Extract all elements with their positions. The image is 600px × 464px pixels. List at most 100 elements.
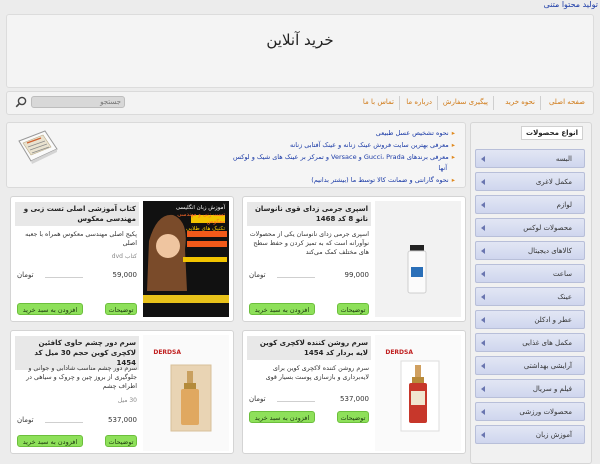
news-link[interactable]: ▸معرفی بهترین سایت فروش عینک زنانه و عین…	[290, 141, 455, 149]
bullet-icon: ▸	[451, 141, 455, 149]
news-link[interactable]: ▸نحوه گارانتی و ضمانت کالا توسط ما (بیشت…	[311, 176, 455, 184]
category-item[interactable]: عطر و ادکلن	[475, 310, 585, 329]
nav-contact[interactable]: تماس با ما	[363, 98, 394, 106]
product-title[interactable]: سرم روشن کننده لاکچری کوین لایه بردار کد…	[247, 336, 371, 360]
search-icon[interactable]	[15, 96, 27, 108]
site-header: خرید آنلاین	[6, 14, 594, 88]
category-item[interactable]: البسه	[475, 149, 585, 168]
top-bar: تولید محتوا متنی	[0, 0, 600, 12]
search-box	[11, 95, 127, 109]
product-description: اسپری جرمی زدای نانوسان یکی از محصولات ن…	[249, 231, 369, 256]
category-label: عطر و ادکلن	[534, 316, 572, 324]
category-item[interactable]: کالاهای دیجیتال	[475, 241, 585, 260]
arrow-left-icon	[481, 156, 485, 162]
product-card: DERDSA سرم روشن کننده لاکچری کوین لایه ب…	[242, 330, 466, 454]
arrow-left-icon	[481, 363, 485, 369]
book-cover-line: آموزش زبان انگلیسی	[175, 205, 225, 211]
product-description: سرم روشن کننده لاکچری کوین برای لایه‌برد…	[265, 365, 369, 381]
product-description: پکیج اصلی مهندسی معکوس همراه با جعبه اصل…	[25, 231, 137, 247]
product-price: 537,000 تومان	[17, 416, 137, 428]
news-text: معرفی بهترین سایت فروش عینک زنانه و عینک…	[290, 141, 449, 149]
description-button[interactable]: توضیحات	[337, 303, 369, 315]
product-meta: کتاب dvd	[111, 253, 137, 260]
arrow-left-icon	[481, 248, 485, 254]
news-box: ▸نحوه تشخیص عسل طبیعی ▸معرفی بهترین سایت…	[6, 122, 466, 188]
category-item[interactable]: مکمل های غذایی	[475, 333, 585, 352]
brand-logo: DERDSA	[153, 349, 181, 356]
nav-about[interactable]: درباره ما	[406, 98, 432, 106]
price-value: 537,000	[108, 416, 137, 424]
news-text: نحوه گارانتی و ضمانت کالا توسط ما (بیشتر…	[311, 176, 449, 184]
category-item[interactable]: محصولات لوکس	[475, 218, 585, 237]
sidebar-title: انواع محصولات	[521, 126, 583, 140]
price-value: 59,000	[112, 271, 137, 279]
price-currency: تومان	[249, 395, 266, 403]
price-currency: تومان	[249, 271, 266, 279]
book-cover-line: تکنیک های طلایی	[186, 226, 225, 232]
category-label: فیلم و سریال	[532, 385, 572, 393]
category-item[interactable]: آموزش زبان	[475, 425, 585, 444]
add-to-cart-button[interactable]: افزودن به سبد خرید	[249, 303, 315, 315]
arrow-left-icon	[481, 202, 485, 208]
description-button[interactable]: توضیحات	[105, 435, 137, 447]
bullet-icon: ▸	[451, 176, 455, 184]
nav-track-order[interactable]: پیگیری سفارش	[443, 98, 488, 106]
category-label: آرایشی بهداشتی	[523, 362, 572, 370]
product-card: آموزش زبان انگلیسی تست زنی و مهندسی معکو…	[10, 196, 234, 322]
category-label: البسه	[555, 155, 572, 163]
search-input[interactable]	[31, 96, 125, 108]
product-image[interactable]	[375, 201, 461, 317]
product-price: 59,000 تومان	[17, 271, 137, 283]
price-currency: تومان	[17, 271, 34, 279]
book-cover-text: آموزش زبان انگلیسی تست زنی و مهندسی معکو…	[165, 205, 225, 233]
categories-sidebar: انواع محصولات البسه مکمل لاغری لوازم محص…	[470, 122, 592, 464]
arrow-left-icon	[481, 340, 485, 346]
category-item[interactable]: محصولات ورزشی	[475, 402, 585, 421]
category-label: عینک	[557, 293, 572, 301]
add-to-cart-button[interactable]: افزودن به سبد خرید	[17, 435, 83, 447]
category-label: کالاهای دیجیتال	[527, 247, 572, 255]
price-value: 537,000	[340, 395, 369, 403]
category-item[interactable]: ساعت	[475, 264, 585, 283]
site-title: خرید آنلاین	[266, 31, 334, 49]
product-card: اسپری جرمی زدای قوی نانوسان نانو 8 کد 14…	[242, 196, 466, 322]
product-meta: 30 میل	[117, 397, 137, 404]
add-to-cart-button[interactable]: افزودن به سبد خرید	[17, 303, 83, 315]
price-value: 99,000	[344, 271, 369, 279]
product-price: 537,000 تومان	[249, 395, 369, 407]
nav-separator	[540, 96, 541, 110]
category-item[interactable]: آرایشی بهداشتی	[475, 356, 585, 375]
description-button[interactable]: توضیحات	[105, 303, 137, 315]
arrow-left-icon	[481, 225, 485, 231]
category-item[interactable]: عینک	[475, 287, 585, 306]
category-label: مکمل لاغری	[535, 178, 572, 186]
product-image[interactable]: آموزش زبان انگلیسی تست زنی و مهندسی معکو…	[143, 201, 229, 317]
content-link[interactable]: تولید محتوا متنی	[544, 0, 599, 9]
news-link[interactable]: ▸معرفی برندهای Gucci، Prada و Versace و …	[233, 153, 455, 161]
product-title[interactable]: اسپری جرمی زدای قوی نانوسان نانو 8 کد 14…	[247, 202, 371, 226]
brand-logo: DERDSA	[385, 349, 413, 356]
category-label: لوازم	[556, 201, 572, 209]
add-to-cart-button[interactable]: افزودن به سبد خرید	[249, 411, 315, 423]
product-image[interactable]: DERDSA	[375, 335, 461, 451]
arrow-left-icon	[481, 179, 485, 185]
news-text: نحوه تشخیص عسل طبیعی	[375, 129, 449, 137]
category-item[interactable]: فیلم و سریال	[475, 379, 585, 398]
nav-home[interactable]: صفحه اصلی	[549, 98, 585, 106]
nav-separator	[437, 96, 438, 110]
product-title[interactable]: کتاب آموزشی اصلی تست زبی و مهندسی معکوس	[15, 202, 139, 226]
category-item[interactable]: مکمل لاغری	[475, 172, 585, 191]
bullet-icon: ▸	[451, 129, 455, 137]
news-link[interactable]: ▸نحوه تشخیص عسل طبیعی	[376, 129, 455, 137]
nav-separator	[399, 96, 400, 110]
arrow-left-icon	[481, 409, 485, 415]
category-item[interactable]: لوازم	[475, 195, 585, 214]
newspaper-icon	[18, 130, 58, 164]
category-label: محصولات ورزشی	[519, 408, 572, 416]
nav-bar: صفحه اصلی نحوه خرید پیگیری سفارش درباره …	[6, 91, 594, 115]
product-description: سرم دور چشم مناسب شادابی و جوانی و جلوگی…	[26, 365, 137, 390]
nav-how-to-buy[interactable]: نحوه خرید	[505, 98, 535, 106]
product-image[interactable]: DERDSA	[143, 335, 229, 451]
description-button[interactable]: توضیحات	[337, 411, 369, 423]
category-label: محصولات لوکس	[523, 224, 572, 232]
